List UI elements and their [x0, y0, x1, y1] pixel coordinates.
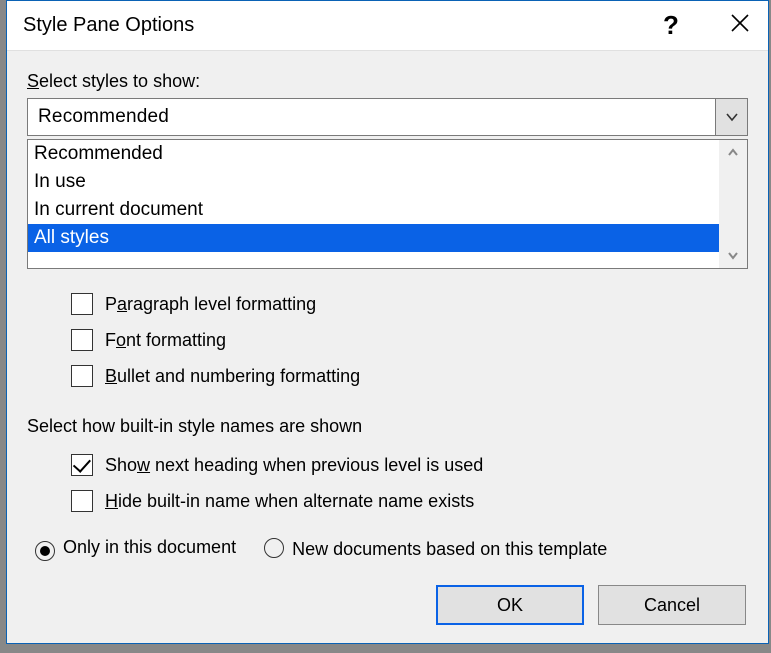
checkbox-row-shownext: Show next heading when previous level is…	[71, 447, 748, 483]
scroll-up-icon[interactable]	[719, 140, 747, 164]
dropdown-option-selected[interactable]: All styles	[28, 224, 719, 252]
dialog-title: Style Pane Options	[23, 14, 652, 37]
close-icon[interactable]	[690, 13, 750, 38]
scope-radio-group: Only in this document New documents base…	[35, 537, 748, 561]
radio-only-doc[interactable]: Only in this document	[35, 537, 236, 561]
builtin-section-label: Select how built-in style names are show…	[27, 416, 748, 437]
bullet-formatting-checkbox[interactable]	[71, 365, 93, 387]
dropdown-option[interactable]: In use	[28, 168, 719, 196]
dialog-footer: OK Cancel	[436, 585, 746, 625]
ok-button[interactable]: OK	[436, 585, 584, 625]
radio-icon	[35, 541, 55, 561]
formatting-checkbox-group: Paragraph level formatting Font formatti…	[27, 286, 748, 394]
combo-dropdown-button[interactable]	[715, 99, 747, 135]
checkbox-row-hide: Hide built-in name when alternate name e…	[71, 483, 748, 519]
scroll-down-icon[interactable]	[719, 244, 747, 268]
checkbox-label: Font formatting	[105, 330, 226, 351]
checkbox-label: Show next heading when previous level is…	[105, 455, 483, 476]
dropdown-scrollbar[interactable]	[719, 140, 747, 268]
checkbox-label: Hide built-in name when alternate name e…	[105, 491, 474, 512]
combo-selected-text: Recommended	[28, 99, 715, 135]
titlebar: Style Pane Options ?	[7, 1, 768, 51]
style-pane-options-dialog: Style Pane Options ? Select styles to sh…	[6, 0, 769, 644]
font-formatting-checkbox[interactable]	[71, 329, 93, 351]
styles-dropdown-list[interactable]: Recommended In use In current document A…	[27, 139, 748, 269]
show-next-heading-checkbox[interactable]	[71, 454, 93, 476]
dropdown-options: Recommended In use In current document A…	[28, 140, 719, 268]
checkbox-label: Bullet and numbering formatting	[105, 366, 360, 387]
hide-builtin-name-checkbox[interactable]	[71, 490, 93, 512]
paragraph-formatting-checkbox[interactable]	[71, 293, 93, 315]
select-styles-label: Select styles to show:	[27, 71, 748, 92]
radio-label: New documents based on this template	[292, 539, 607, 559]
checkbox-row-bullet: Bullet and numbering formatting	[71, 358, 748, 394]
help-icon[interactable]: ?	[652, 10, 690, 41]
dropdown-option[interactable]: Recommended	[28, 140, 719, 168]
radio-label: Only in this document	[63, 537, 236, 557]
checkbox-row-paragraph: Paragraph level formatting	[71, 286, 748, 322]
builtin-checkbox-group: Show next heading when previous level is…	[27, 447, 748, 519]
styles-combo[interactable]: Recommended	[27, 98, 748, 136]
radio-new-docs[interactable]: New documents based on this template	[264, 538, 607, 560]
cancel-button[interactable]: Cancel	[598, 585, 746, 625]
dropdown-option[interactable]: In current document	[28, 196, 719, 224]
radio-icon	[264, 538, 284, 558]
checkbox-row-font: Font formatting	[71, 322, 748, 358]
checkbox-label: Paragraph level formatting	[105, 294, 316, 315]
dialog-body: Select styles to show: Recommended Recom…	[7, 51, 768, 643]
